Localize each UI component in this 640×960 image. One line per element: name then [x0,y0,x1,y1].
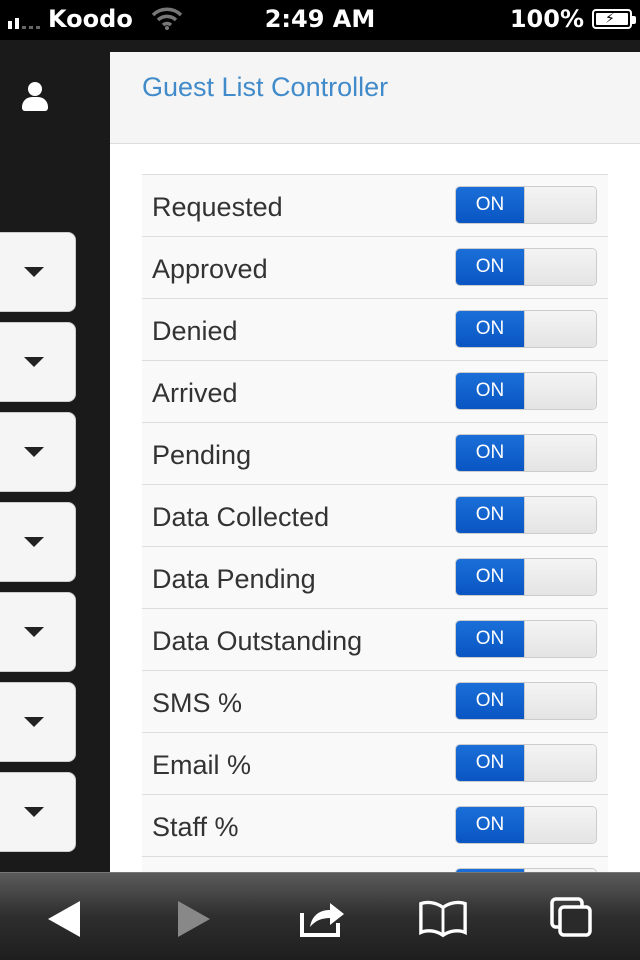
toggle-handle [524,807,596,843]
toggle-switch[interactable]: ON [455,496,597,534]
toggle-row: Pending ON [142,423,608,485]
toggle-row: Data Collected ON [142,485,608,547]
caret-down-icon [24,447,44,457]
toggle-label: Requested [152,192,283,222]
toggle-handle [524,559,596,595]
bookmarks-icon[interactable] [418,897,468,939]
status-bar: Koodo 2:49 AM 100% ⚡ [0,0,640,40]
toggle-switch[interactable]: ON [455,558,597,596]
toggle-switch[interactable]: ON [455,682,597,720]
tabs-icon[interactable] [546,897,596,939]
toggle-handle [524,621,596,657]
toggle-row: Arrived ON [142,361,608,423]
toggle-handle [524,497,596,533]
toggle-on-label: ON [456,807,524,843]
toggle-switch[interactable]: ON [455,744,597,782]
caret-down-icon [24,807,44,817]
toggle-on-label: ON [456,249,524,285]
toggle-switch[interactable]: ON [455,372,597,410]
toggle-handle [524,373,596,409]
toggle-on-label: ON [456,621,524,657]
share-icon[interactable] [298,897,348,939]
toggle-row: Email % ON [142,733,608,795]
toggle-on-label: ON [456,435,524,471]
toggle-handle [524,311,596,347]
toggle-handle [524,249,596,285]
toggle-label: Email % [152,750,252,780]
toggle-row: SMS % ON [142,671,608,733]
browser-toolbar [0,872,640,960]
sidebar-dropdown-button[interactable] [0,682,76,762]
toggle-on-label: ON [456,745,524,781]
toggle-on-label: ON [456,683,524,719]
back-icon[interactable] [44,897,94,939]
toggle-label: Approved [152,254,268,284]
toggle-row: Approved ON [142,237,608,299]
toggle-handle [524,745,596,781]
toggle-handle [524,435,596,471]
toggle-switch[interactable]: ON [455,248,597,286]
toggle-on-label: ON [456,311,524,347]
caret-down-icon [24,717,44,727]
toggle-row: Denied ON [142,299,608,361]
toggle-label: SMS % [152,688,243,718]
toggle-row [142,857,608,872]
sidebar [0,40,110,872]
toggle-label: Data Pending [152,564,316,594]
toggle-switch[interactable]: ON [455,186,597,224]
panel-header: Guest List Controller [110,52,640,144]
toggle-switch[interactable]: ON [455,806,597,844]
toggle-label: Data Outstanding [152,626,363,656]
toggle-handle [524,187,596,223]
toggle-switch[interactable]: ON [455,620,597,658]
user-icon[interactable] [22,82,48,112]
main-panel: Guest List Controller Requested ON Approve… [110,52,640,872]
toggle-label: Denied [152,316,238,346]
toggle-row: Requested ON [142,175,608,237]
caret-down-icon [24,267,44,277]
toggle-label: Arrived [152,378,238,408]
toggle-on-label: ON [456,373,524,409]
caret-down-icon [24,537,44,547]
battery-percent: 100% [509,5,584,33]
sidebar-dropdown-button[interactable] [0,502,76,582]
toggle-label: Data Collected [152,502,330,532]
caret-down-icon [24,357,44,367]
sidebar-dropdown-button[interactable] [0,412,76,492]
toggle-on-label: ON [456,187,524,223]
toggle-on-label: ON [456,497,524,533]
sidebar-dropdown-button[interactable] [0,592,76,672]
sidebar-dropdown-button[interactable] [0,232,76,312]
toggle-row: Data Pending ON [142,547,608,609]
toggle-handle [524,683,596,719]
toggle-switch[interactable]: ON [455,434,597,472]
toggle-on-label: ON [456,559,524,595]
toggle-list: Requested ON Approved ON Denied ON Arrived ON Pe… [142,174,608,872]
toggle-row: Staff % ON [142,795,608,857]
caret-down-icon [24,627,44,637]
sidebar-dropdown-button[interactable] [0,772,76,852]
battery-icon: ⚡ [592,9,636,29]
sidebar-dropdown-button[interactable] [0,322,76,402]
toggle-switch[interactable]: ON [455,310,597,348]
forward-icon[interactable] [170,897,220,939]
toggle-label: Pending [152,440,252,470]
toggle-label: Staff % [152,812,239,842]
page-title: Guest List Controller [142,72,389,102]
toggle-row: Data Outstanding ON [142,609,608,671]
